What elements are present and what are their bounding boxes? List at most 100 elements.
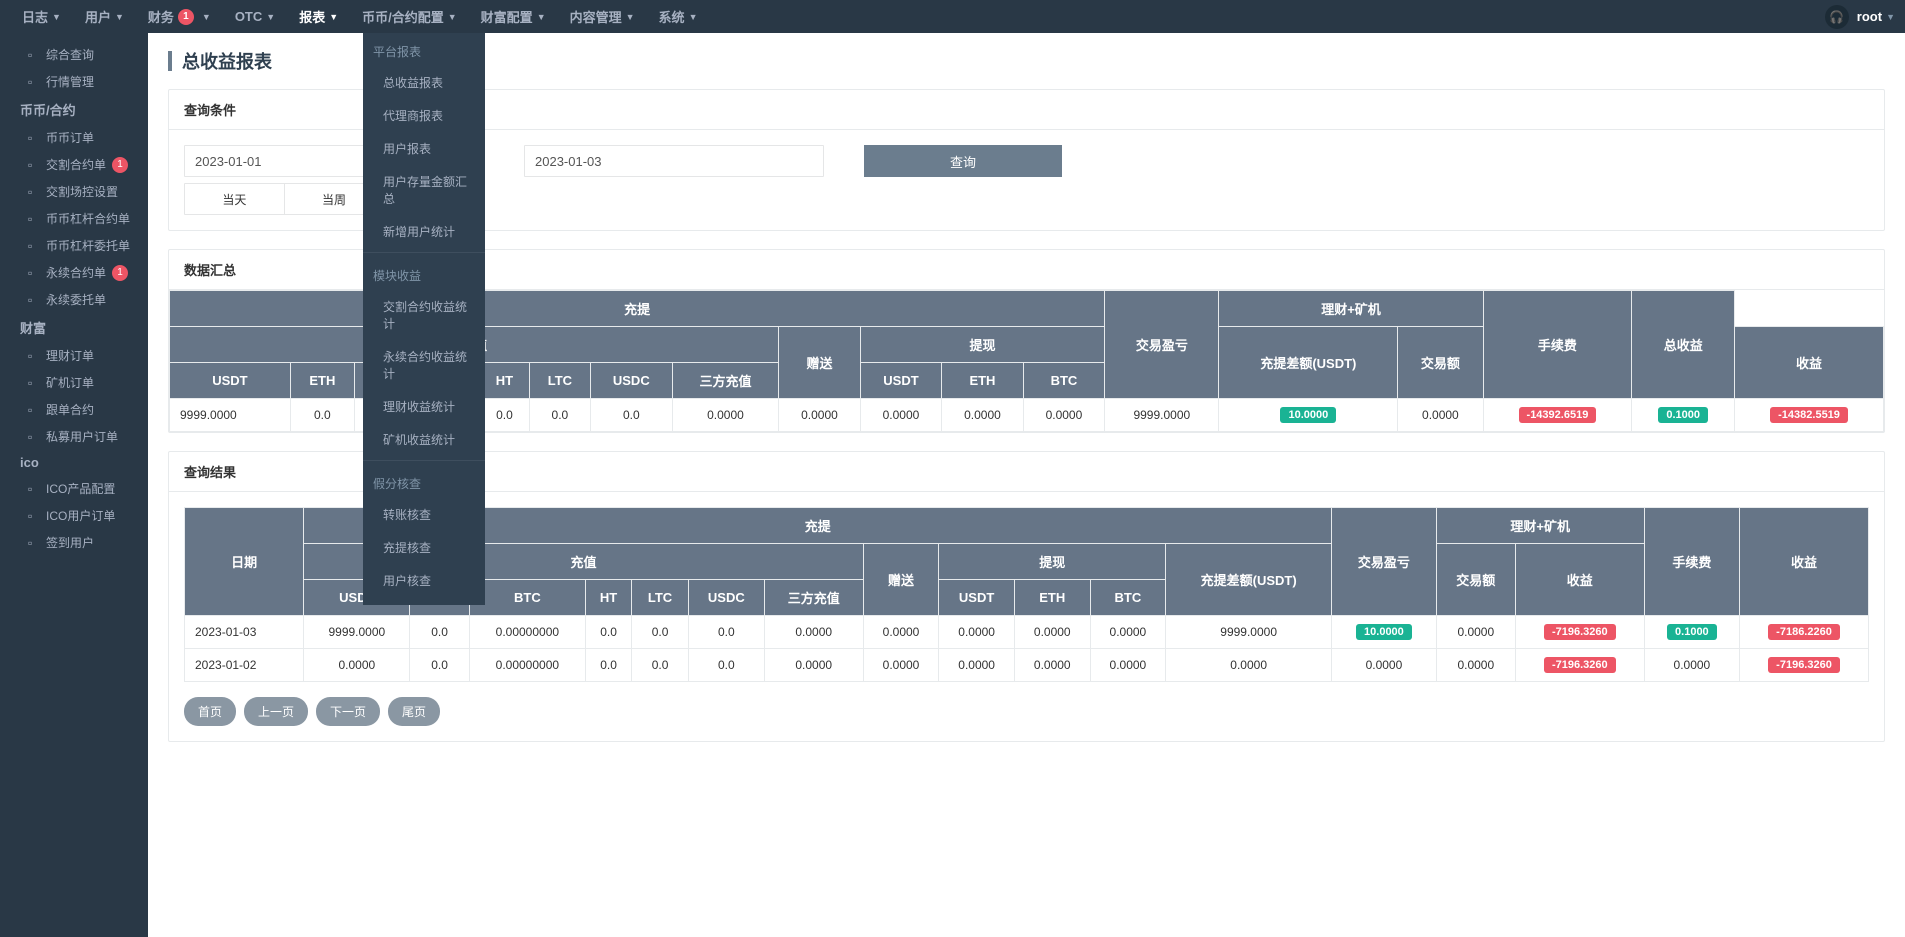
badge-red: -7196.3260 (1768, 657, 1840, 673)
menu-icon: ▫ (28, 430, 32, 444)
caret-icon: ▼ (266, 12, 275, 22)
caret-icon: ▼ (115, 12, 124, 22)
date-to-input[interactable] (524, 145, 824, 177)
cell: 0.0 (290, 399, 354, 432)
dropdown-item[interactable]: 用户核查 (363, 564, 485, 597)
th-shouyi: 收益 (1735, 327, 1884, 399)
topnav-item-5[interactable]: 币币/合约配置▼ (350, 0, 469, 33)
topnav-item-4[interactable]: 报表▼ (287, 0, 350, 33)
sidebar-item[interactable]: ▫ICO产品配置 (0, 475, 148, 502)
label: 永续合约单 (46, 264, 106, 281)
badge-red: -7196.3260 (1544, 624, 1616, 640)
label: 永续委托单 (46, 291, 106, 308)
page-btn[interactable]: 首页 (184, 697, 236, 726)
topnav-item-2[interactable]: 财务1▼ (136, 0, 223, 33)
sidebar-item[interactable]: ▫永续委托单 (0, 286, 148, 313)
divider (363, 460, 485, 461)
badge-red: -14382.5519 (1770, 407, 1848, 423)
label: ICO产品配置 (46, 480, 115, 497)
sidebar-item[interactable]: ▫币币订单 (0, 124, 148, 151)
label: 私募用户订单 (46, 428, 118, 445)
headphone-icon[interactable]: 🎧 (1825, 5, 1849, 29)
top-nav: 日志▼用户▼财务1▼OTC▼报表▼币币/合约配置▼财富配置▼内容管理▼系统▼ 🎧… (0, 0, 1905, 33)
sidebar-item[interactable]: ▫币币杠杆委托单 (0, 232, 148, 259)
sidebar-item[interactable]: ▫币币杠杆合约单 (0, 205, 148, 232)
sidebar-item[interactable]: ▫交割场控设置 (0, 178, 148, 205)
badge-red: -7196.3260 (1544, 657, 1616, 673)
topnav-item-6[interactable]: 财富配置▼ (469, 0, 558, 33)
sidebar-item[interactable]: ▫交割合约单1 (0, 151, 148, 178)
sidebar-item[interactable]: ▫签到用户 (0, 529, 148, 556)
cell-yingkui: 10.0000 (1219, 399, 1398, 432)
sub-header: ETH (942, 363, 1023, 399)
dropdown-item[interactable]: 理财收益统计 (363, 390, 485, 423)
cell: 0.0000 (1398, 399, 1483, 432)
page-btn[interactable]: 上一页 (244, 697, 308, 726)
cell: -7196.3260 (1515, 616, 1644, 649)
dropdown-item[interactable]: 交割合约收益统计 (363, 290, 485, 340)
badge-red: -14392.6519 (1519, 407, 1597, 423)
dropdown-item[interactable]: 新增用户统计 (363, 215, 485, 248)
cell: 0.0 (585, 649, 631, 682)
sub-header: BTC (469, 580, 585, 616)
label: 币币杠杆委托单 (46, 237, 130, 254)
label: 签到用户 (46, 534, 94, 551)
cell: 0.0 (529, 399, 590, 432)
badge-icon: 1 (112, 157, 128, 173)
cell: 0.0000 (939, 649, 1015, 682)
th-chae: 充提差额(USDT) (1219, 327, 1398, 399)
sidebar-item[interactable]: ▫理财订单 (0, 342, 148, 369)
sidebar-item[interactable]: ▫永续合约单1 (0, 259, 148, 286)
label: 日志 (22, 7, 48, 26)
dropdown-item[interactable]: 矿机收益统计 (363, 423, 485, 456)
cell: 0.0 (480, 399, 530, 432)
label: 报表 (299, 7, 325, 26)
label: ICO用户订单 (46, 507, 115, 524)
cell: 9999.0000 (1105, 399, 1219, 432)
sub-header: BTC (1090, 580, 1166, 616)
dropdown-item[interactable]: 用户报表 (363, 132, 485, 165)
user-menu[interactable]: root ▼ (1857, 9, 1895, 24)
menu-icon: ▫ (28, 376, 32, 390)
page-btn[interactable]: 尾页 (388, 697, 440, 726)
sidebar-item[interactable]: ▫矿机订单 (0, 369, 148, 396)
sidebar-item[interactable]: ▫综合查询 (0, 41, 148, 68)
label: 用户 (85, 7, 111, 26)
query-button[interactable]: 查询 (864, 145, 1062, 177)
caret-icon: ▼ (626, 12, 635, 22)
topnav-item-7[interactable]: 内容管理▼ (558, 0, 647, 33)
caret-icon: ▼ (202, 12, 211, 22)
badge-red: -7186.2260 (1768, 624, 1840, 640)
sidebar-item[interactable]: ▫行情管理 (0, 68, 148, 95)
topnav-item-0[interactable]: 日志▼ (10, 0, 73, 33)
th-zengsong: 赠送 (779, 327, 860, 399)
menu-icon: ▫ (28, 131, 32, 145)
page-btn[interactable]: 下一页 (316, 697, 380, 726)
topnav-item-1[interactable]: 用户 ▼ (73, 0, 136, 33)
cell: 10.0000 (1332, 616, 1437, 649)
th-date: 日期 (185, 508, 304, 616)
dropdown-item[interactable]: 转账核查 (363, 498, 485, 531)
label: 系统 (659, 7, 685, 26)
topnav-item-3[interactable]: OTC▼ (223, 0, 287, 33)
time-btn[interactable]: 当天 (185, 184, 285, 214)
th-jiaoyie: 交易额 (1398, 327, 1483, 399)
sidebar-item[interactable]: ▫跟单合约 (0, 396, 148, 423)
dropdown-item[interactable]: 用户存量金额汇总 (363, 165, 485, 215)
cell: 0.0000 (863, 616, 939, 649)
dropdown-item[interactable]: 充提核查 (363, 531, 485, 564)
dropdown-section: 模块收益 (363, 257, 485, 290)
cell: 0.0 (410, 616, 469, 649)
dropdown-item[interactable]: 代理商报表 (363, 99, 485, 132)
th-licai: 理财+矿机 (1219, 291, 1483, 327)
topnav-item-8[interactable]: 系统▼ (647, 0, 710, 33)
cell: 0.0000 (1436, 649, 1515, 682)
sidebar-item[interactable]: ▫ 私募用户订单 (0, 423, 148, 450)
dropdown-item[interactable]: 永续合约收益统计 (363, 340, 485, 390)
caret-icon: ▼ (448, 12, 457, 22)
sidebar-item[interactable]: ▫ICO用户订单 (0, 502, 148, 529)
label: 财富配置 (481, 7, 533, 26)
dropdown-item[interactable]: 总收益报表 (363, 66, 485, 99)
sub-header: LTC (529, 363, 590, 399)
label: 综合查询 (46, 46, 94, 63)
